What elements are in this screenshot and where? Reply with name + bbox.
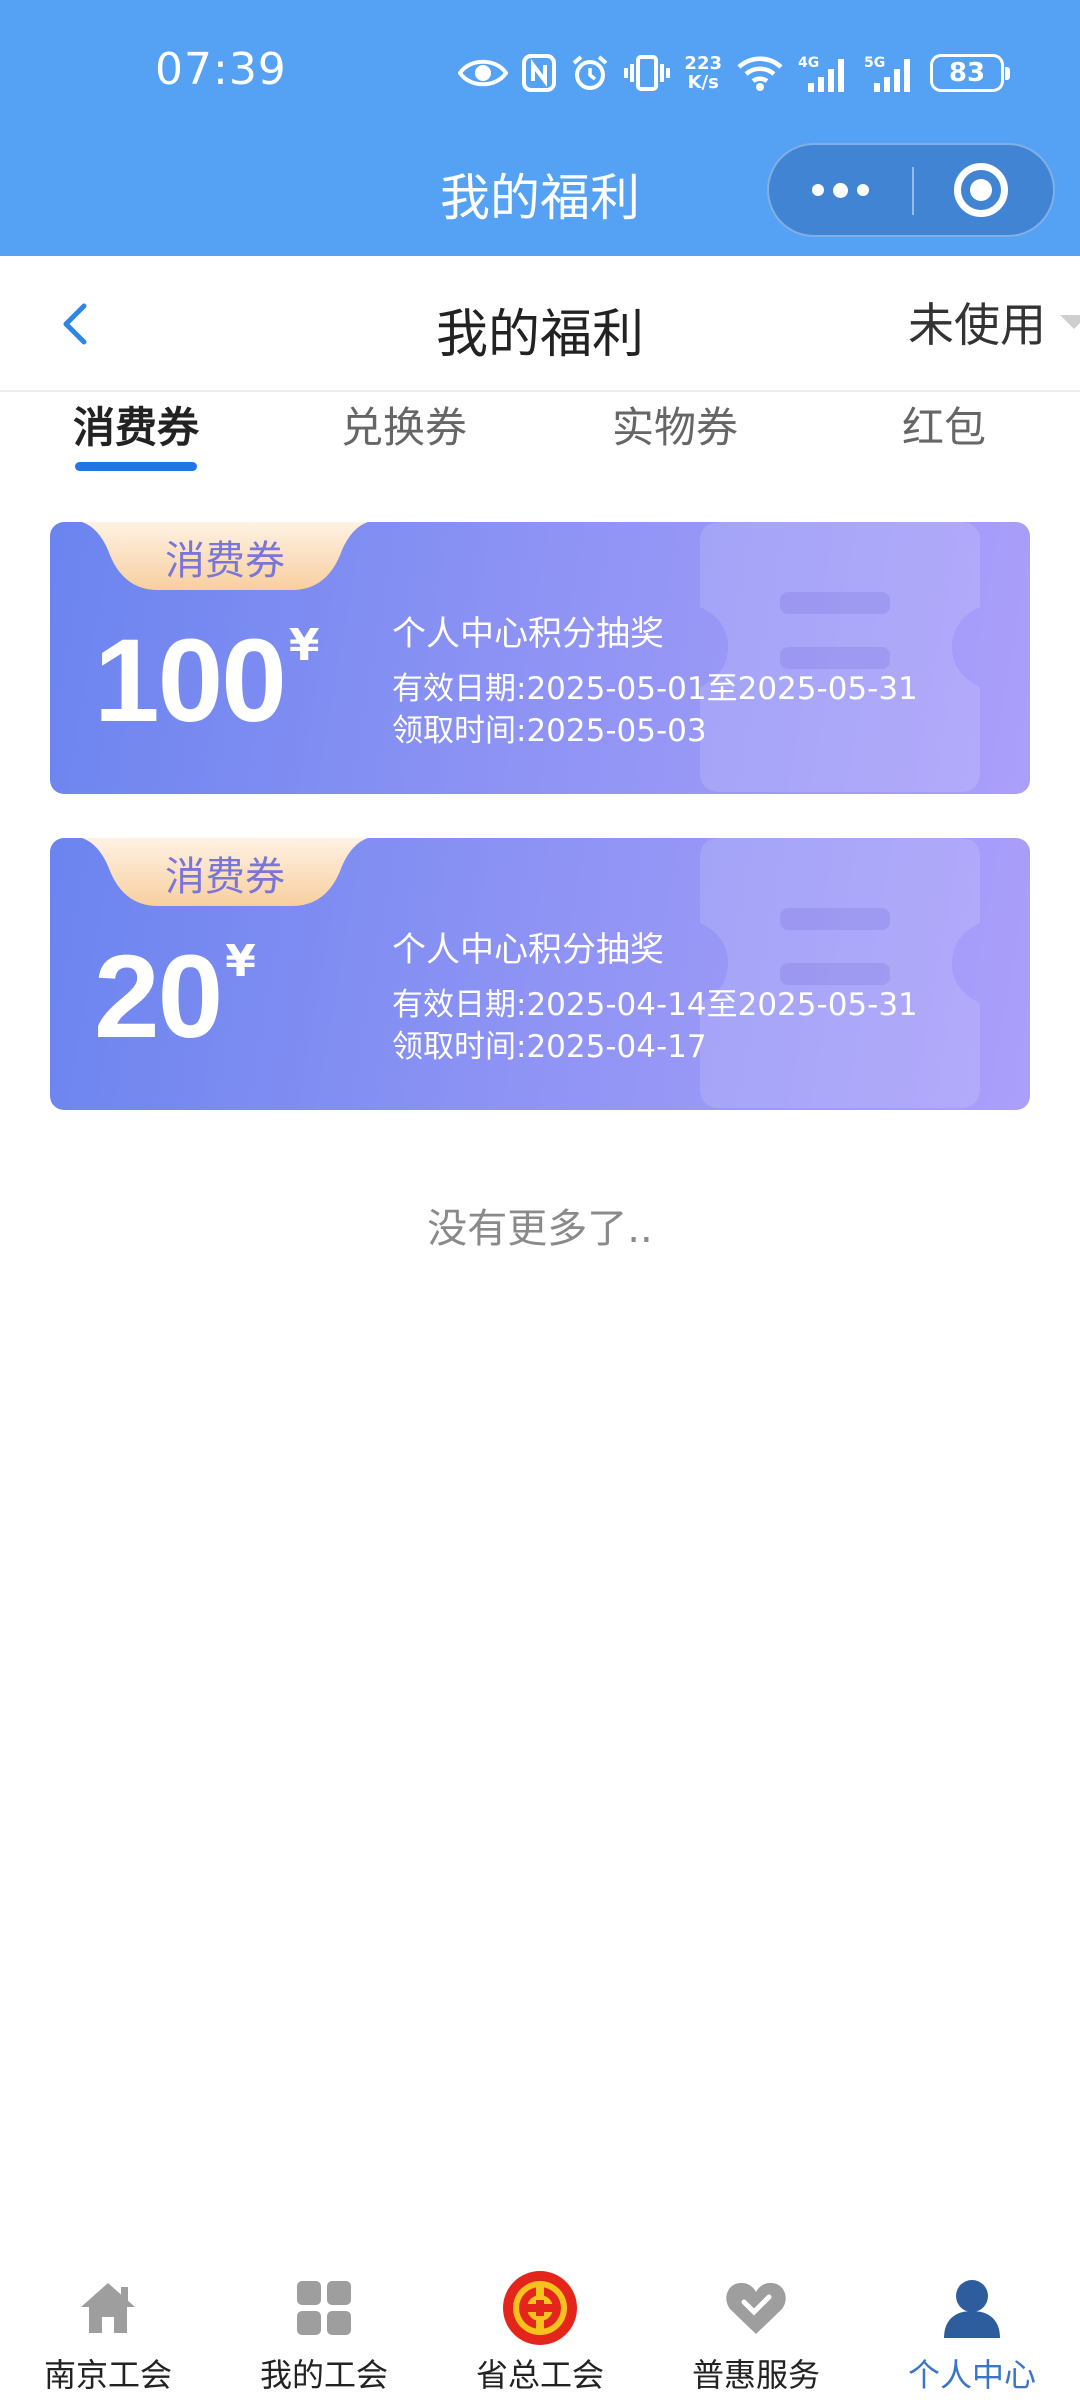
tab-physical-coupon[interactable]: 实物券 [575,394,775,484]
coupon-amount: 20 ¥ [94,931,256,1063]
status-time: 07:39 [155,44,287,95]
coupon-amount: 100 ¥ [94,615,320,747]
network-5g-label: 5G [864,55,885,71]
more-dot-icon [833,182,848,198]
active-tab-indicator [75,462,197,471]
status-bar: 07:39 223 K/s 4G 5G 83 [0,0,1080,140]
received-time-value: 2025-04-17 [526,1029,707,1065]
nfc-icon [522,54,557,92]
nav-item-nanjing-union[interactable]: 南京工会 [0,2268,216,2400]
chevron-down-icon [1060,315,1080,329]
coupon-valid-period: 有效日期:2025-05-01至2025-05-31 [392,668,918,710]
coupon-amount-value: 100 [94,615,287,747]
list-end-text: 没有更多了.. [427,1206,653,1252]
nav-label: 省总工会 [475,2356,604,2394]
top-bar: 07:39 223 K/s 4G 5G 83 我的福利 [0,0,1080,256]
status-filter-dropdown[interactable]: 未使用 [908,290,1080,354]
coupon-card[interactable]: 消费券 100 ¥ 个人中心积分抽奖 有效日期:2025-05-01至2025-… [50,522,1030,794]
tab-label: 兑换券 [340,403,467,452]
network-speed-value: 223 [684,53,722,74]
status-icons: 223 K/s 4G 5G 83 [458,48,1010,98]
network-4g-label: 4G [798,55,819,71]
valid-period-label: 有效日期: [392,671,527,707]
tab-label: 消费券 [72,403,199,452]
nav-label: 我的工会 [259,2356,388,2394]
close-mini-program-button[interactable] [954,163,1008,217]
vibrate-icon [624,55,671,91]
union-emblem-icon [500,2268,580,2348]
grid-icon [284,2268,364,2348]
signal-4g-icon: 4G [798,55,844,92]
person-icon [932,2268,1012,2348]
coupon-info: 个人中心积分抽奖 有效日期:2025-05-01至2025-05-31 领取时间… [392,610,918,752]
tab-exchange-coupon[interactable]: 兑换券 [304,394,504,484]
status-filter-label: 未使用 [908,298,1046,352]
nav-item-provincial-union[interactable]: 省总工会 [432,2268,648,2400]
nav-item-my-union[interactable]: 我的工会 [216,2268,432,2400]
wifi-icon [737,56,783,91]
received-time-label: 领取时间: [392,1029,527,1065]
nav-item-personal-center[interactable]: 个人中心 [864,2268,1080,2400]
tab-consumption-coupon[interactable]: 消费券 [36,394,236,484]
alarm-icon [573,55,608,90]
coupon-received-time: 领取时间:2025-04-17 [392,1026,918,1068]
nav-item-benefit-services[interactable]: 普惠服务 [648,2268,864,2400]
received-time-label: 领取时间: [392,713,527,749]
coupon-card[interactable]: 消费券 20 ¥ 个人中心积分抽奖 有效日期:2025-04-14至2025-0… [50,838,1030,1110]
battery-icon: 83 [930,54,1010,92]
coupon-name: 个人中心积分抽奖 [392,930,664,970]
nav-label: 个人中心 [907,2356,1036,2394]
heart-icon [716,2268,796,2348]
coupon-type-tag: 消费券 [70,838,380,908]
network-speed-unit: K/s [687,72,719,93]
received-time-value: 2025-05-03 [526,713,707,749]
coupon-type-tabs: 消费券 兑换券 实物券 红包 [0,394,1080,494]
eye-comfort-icon [458,59,509,87]
nav-label: 南京工会 [43,2356,172,2394]
valid-period-value: 2025-04-14至2025-05-31 [526,987,918,1023]
coupon-valid-period: 有效日期:2025-04-14至2025-05-31 [392,984,918,1026]
tab-label: 红包 [901,403,986,452]
mini-program-capsule [767,143,1055,237]
valid-period-label: 有效日期: [392,987,527,1023]
capsule-divider [912,167,914,215]
coupon-info: 个人中心积分抽奖 有效日期:2025-04-14至2025-05-31 领取时间… [392,926,918,1068]
signal-5g-icon: 5G [864,55,910,92]
nav-label: 普惠服务 [691,2356,820,2394]
tab-label: 实物券 [611,403,738,452]
tab-red-packet[interactable]: 红包 [844,394,1044,484]
coupon-type-label: 消费券 [165,538,285,584]
currency-symbol: ¥ [288,620,320,671]
coupon-received-time: 领取时间:2025-05-03 [392,710,918,752]
network-speed: 223 K/s [684,54,722,92]
valid-period-value: 2025-05-01至2025-05-31 [526,671,918,707]
more-dot-icon [812,184,824,196]
coupon-type-label: 消费券 [165,854,285,900]
bottom-nav: 南京工会 我的工会 省总工会 普惠服务 个人中心 [0,2240,1080,2400]
coupon-name: 个人中心积分抽奖 [392,614,664,654]
more-dot-icon [857,184,869,196]
page-header: 我的福利 未使用 [0,256,1080,392]
more-options-button[interactable] [769,145,912,235]
home-icon [68,2268,148,2348]
battery-level: 83 [948,58,986,88]
coupon-type-tag: 消费券 [70,522,380,592]
currency-symbol: ¥ [225,936,256,987]
coupon-amount-value: 20 [94,931,223,1063]
